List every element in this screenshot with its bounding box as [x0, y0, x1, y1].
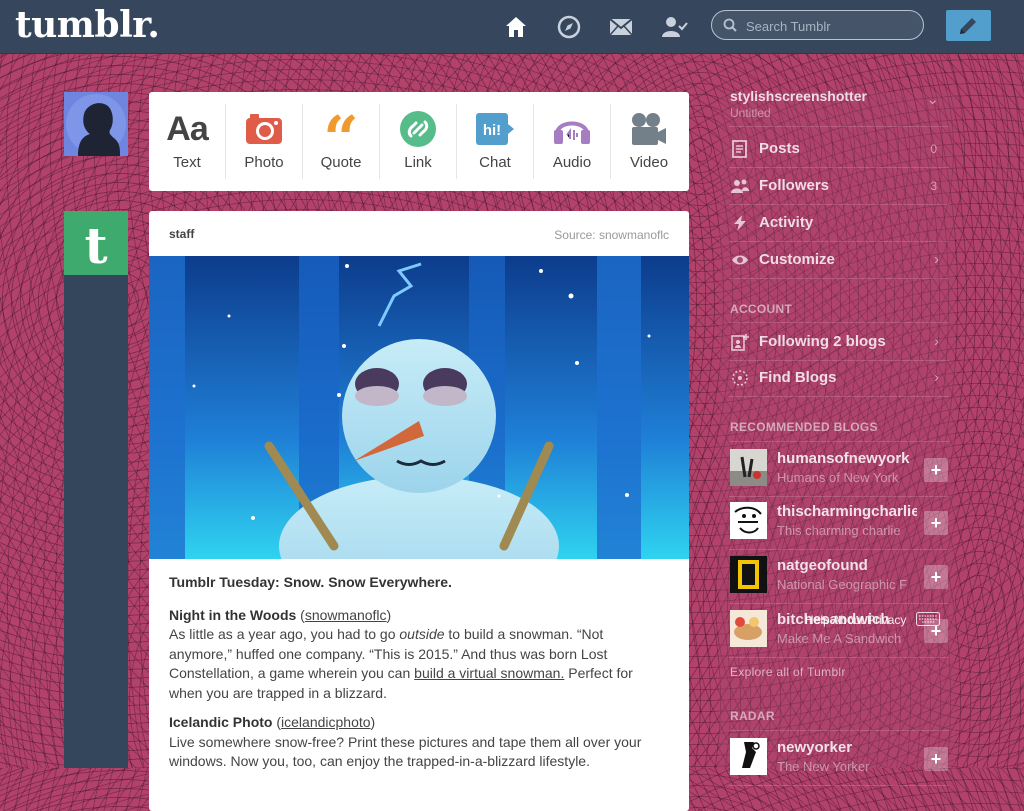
sidebar-item-customize[interactable]: Customize › — [729, 241, 949, 279]
post-body: Tumblr Tuesday: Snow. Snow Everywhere. N… — [169, 573, 669, 772]
blog-thumbnail — [730, 556, 767, 593]
account-heading: ACCOUNT — [730, 302, 793, 316]
blog-thumbnail — [730, 610, 767, 647]
staff-avatar[interactable]: t — [64, 211, 128, 275]
post-type-text[interactable]: Aa Text — [149, 92, 225, 191]
recommended-blog[interactable]: humansofnewyork Humans of New York + — [729, 441, 949, 497]
blog-name: stylishscreenshotter — [730, 88, 867, 104]
dashboard-post: staff Source: snowmanoflc Tumblr Tuesday… — [149, 211, 689, 811]
blog-link[interactable]: icelandicphoto — [281, 714, 371, 730]
chat-icon: hi! — [457, 109, 533, 149]
blog-subtitle: Untitled — [730, 106, 771, 120]
chevron-right-icon: › — [934, 369, 939, 386]
compose-button[interactable] — [946, 10, 991, 41]
text-icon: Aa — [166, 109, 208, 148]
tumblr-logo[interactable]: tumblr. — [15, 4, 160, 46]
chevron-right-icon: › — [934, 333, 939, 350]
chevron-right-icon: › — [934, 251, 939, 268]
sidebar-item-followers[interactable]: Followers 3 — [729, 167, 949, 205]
blog-switcher[interactable]: stylishscreenshotter Untitled ⌄ — [729, 86, 949, 127]
top-navigation-bar: tumblr. — [0, 0, 1024, 54]
section-heading: Night in the Woods — [169, 606, 297, 623]
blog-link[interactable]: snowmanoflc — [305, 607, 387, 623]
sidebar-item-posts[interactable]: Posts 0 — [729, 130, 949, 168]
account-icon[interactable] — [660, 13, 688, 41]
section-heading: Icelandic Photo — [169, 714, 273, 730]
post-type-photo[interactable]: Photo — [226, 92, 302, 191]
following-icon — [731, 334, 749, 351]
recommended-blog[interactable]: thischarmingcharlie This charming charli… — [729, 495, 949, 550]
keyboard-icon[interactable] — [916, 612, 940, 631]
follow-button[interactable]: + — [924, 565, 948, 589]
post-type-audio[interactable]: Audio — [534, 92, 610, 191]
radar-heading: RADAR — [730, 709, 775, 723]
compass-icon[interactable] — [555, 13, 583, 41]
follow-button[interactable]: + — [924, 511, 948, 535]
quote-icon: “ — [323, 102, 359, 175]
user-avatar[interactable] — [64, 92, 128, 156]
post-type-link[interactable]: Link — [380, 92, 456, 191]
recommended-blog[interactable]: natgeofound National Geographic F + — [729, 549, 949, 604]
search-icon — [723, 18, 737, 32]
eye-icon — [732, 255, 748, 265]
follow-button[interactable]: + — [924, 747, 948, 771]
follow-button[interactable]: + — [924, 458, 948, 482]
post-type-chat[interactable]: hi! Chat — [457, 92, 533, 191]
right-sidebar: stylishscreenshotter Untitled ⌄ Posts 0 … — [719, 88, 955, 786]
footer-links[interactable]: Help About Privacy — [805, 613, 906, 627]
search-box[interactable] — [711, 10, 924, 40]
find-blogs-icon — [732, 370, 748, 386]
search-input[interactable] — [744, 16, 918, 36]
post-source[interactable]: Source: snowmanoflc — [554, 228, 669, 242]
post-title: Tumblr Tuesday: Snow. Snow Everywhere. — [169, 574, 452, 590]
sidebar-item-activity[interactable]: Activity — [729, 204, 949, 242]
pencil-icon — [960, 18, 976, 34]
sidebar-item-find-blogs[interactable]: Find Blogs › — [729, 359, 949, 397]
headphones-icon — [534, 109, 610, 149]
sidebar-item-following[interactable]: Following 2 blogs › — [729, 322, 949, 361]
blog-thumbnail — [730, 449, 767, 486]
link-icon — [380, 109, 456, 149]
lightning-icon — [734, 215, 746, 231]
svg-text:t: t — [84, 216, 107, 275]
followers-icon — [731, 179, 749, 193]
blog-thumbnail — [730, 502, 767, 539]
svg-text:hi!: hi! — [483, 122, 501, 139]
post-header: staff Source: snowmanoflc — [149, 211, 689, 256]
post-type-video[interactable]: Video — [611, 92, 687, 191]
recommended-heading: RECOMMENDED BLOGS — [730, 420, 878, 434]
mail-icon[interactable] — [607, 13, 635, 41]
radar-blog[interactable]: newyorker The New Yorker + — [729, 730, 949, 786]
home-icon[interactable] — [502, 13, 530, 41]
posts-icon — [732, 140, 747, 158]
game-link[interactable]: build a virtual snowman. — [414, 665, 564, 681]
snowman-image[interactable] — [149, 256, 689, 616]
video-camera-icon — [611, 109, 687, 149]
explore-link[interactable]: Explore all of Tumblr — [730, 665, 846, 679]
chevron-down-icon: ⌄ — [926, 91, 939, 108]
blog-thumbnail — [730, 738, 767, 775]
post-type-quote[interactable]: “ Quote — [303, 92, 379, 191]
avatar-column-bar — [64, 275, 128, 768]
post-author[interactable]: staff — [169, 227, 194, 241]
camera-icon — [226, 109, 302, 149]
post-type-bar: Aa Text Photo “ Quote Link hi! Chat Audi… — [149, 92, 689, 191]
